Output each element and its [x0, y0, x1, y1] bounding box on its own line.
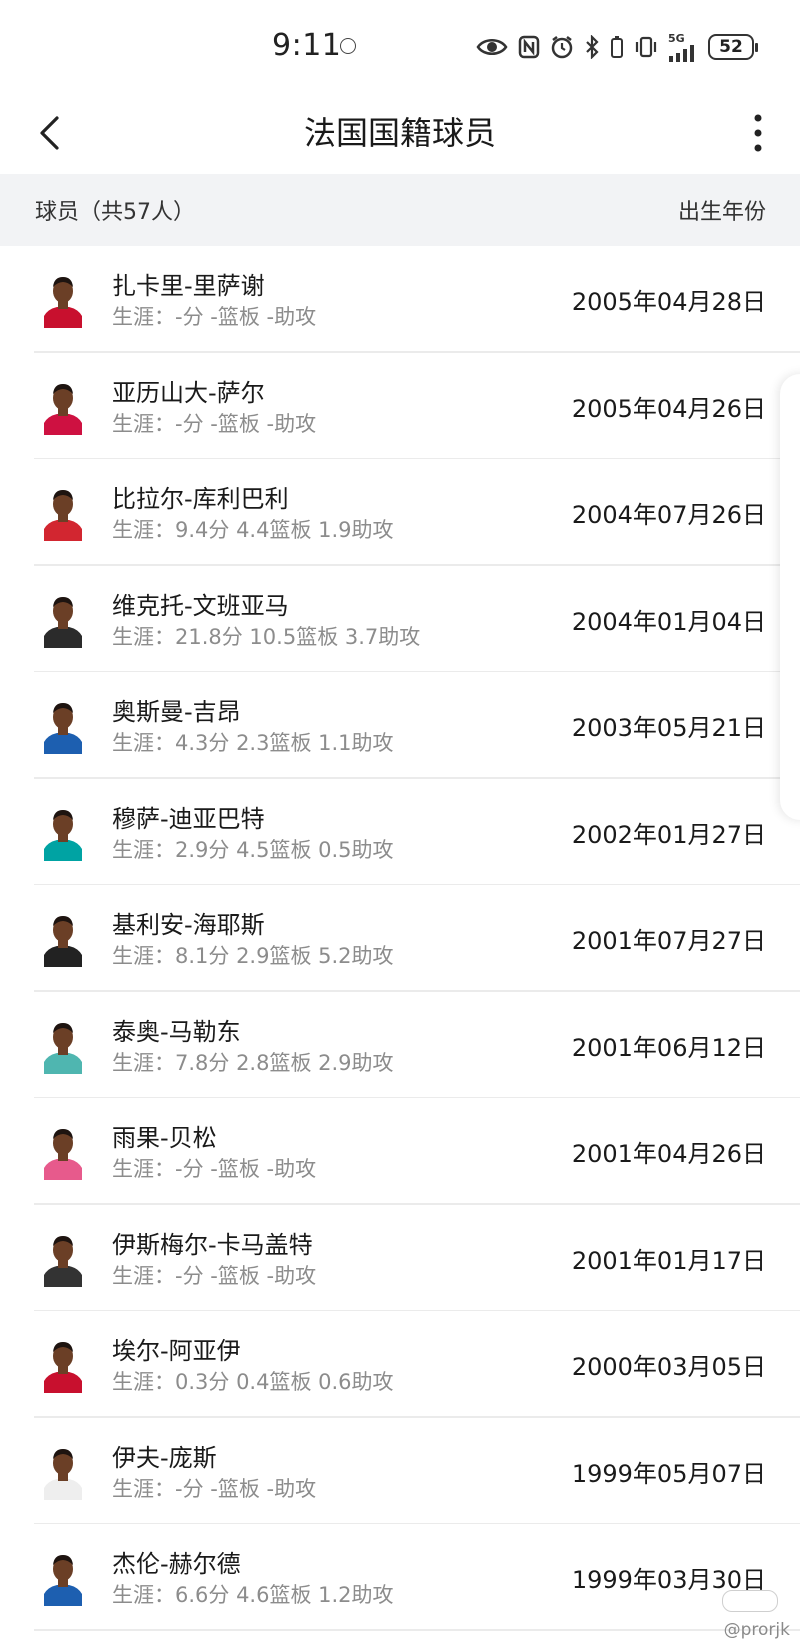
player-row[interactable]: 奥斯曼-吉昂 生涯：4.3分 2.3篮板 1.1助攻 2003年05月21日 [0, 672, 800, 779]
player-career-stats: 生涯：-分 -篮板 -助攻 [112, 1476, 317, 1501]
battery-icon: 52 [708, 34, 758, 60]
player-avatar [40, 911, 86, 967]
more-options-button[interactable] [736, 106, 780, 160]
page-title: 法国国籍球员 [303, 114, 496, 152]
player-avatar [40, 272, 86, 328]
signal-icon: 5G [668, 33, 698, 62]
player-name: 穆萨-迪亚巴特 [112, 804, 265, 833]
player-career-stats: 生涯：-分 -篮板 -助攻 [112, 1263, 317, 1288]
player-avatar [40, 485, 86, 541]
player-birth-date: 2001年01月17日 [571, 1246, 766, 1275]
side-panel-edge[interactable] [780, 374, 800, 820]
player-birth-date: 2004年01月04日 [571, 607, 766, 636]
more-vertical-icon [754, 114, 762, 152]
player-name: 杰伦-赫尔德 [112, 1550, 241, 1578]
player-birth-date: 2000年03月05日 [571, 1353, 766, 1381]
player-career-stats: 生涯：0.3分 0.4篮板 0.6助攻 [112, 1370, 394, 1394]
nfc-icon [518, 35, 540, 59]
player-birth-date: 1999年05月07日 [571, 1459, 766, 1488]
player-name: 雨果-贝松 [112, 1124, 217, 1152]
player-name: 伊夫-庞斯 [112, 1443, 217, 1472]
vibrate-icon [634, 35, 658, 59]
player-birth-date: 2005年04月26日 [571, 394, 766, 423]
player-avatar [40, 698, 86, 754]
bluetooth-icon [584, 35, 600, 59]
player-name: 比拉尔-库利巴利 [112, 485, 289, 513]
player-career-stats: 生涯：9.4分 4.4篮板 1.9助攻 [112, 518, 394, 542]
player-row[interactable]: 扎卡里-里萨谢 生涯：-分 -篮板 -助攻 2005年04月28日 [0, 246, 800, 353]
player-birth-date: 2004年07月26日 [571, 501, 766, 529]
status-time: 9:11 [272, 28, 342, 63]
player-name: 奥斯曼-吉昂 [112, 698, 241, 726]
player-avatar [40, 379, 86, 435]
player-row[interactable]: 杰伦-赫尔德 生涯：6.6分 4.6篮板 1.2助攻 1999年03月30日 [0, 1524, 800, 1631]
player-name: 亚历山大-萨尔 [112, 378, 265, 407]
network-label: 5G [668, 31, 685, 45]
notification-icon [340, 38, 356, 54]
player-avatar [40, 1018, 86, 1074]
navigation-bar: 法国国籍球员 [0, 92, 800, 174]
player-row[interactable]: 埃尔-阿亚伊 生涯：0.3分 0.4篮板 0.6助攻 2000年03月05日 [0, 1311, 800, 1418]
player-row[interactable]: 维克托-文班亚马 生涯：21.8分 10.5篮板 3.7助攻 2004年01月0… [0, 566, 800, 672]
player-row[interactable]: 亚历山大-萨尔 生涯：-分 -篮板 -助攻 2005年04月26日 [0, 353, 800, 459]
player-name: 维克托-文班亚马 [112, 591, 289, 620]
players-count-header: 球员（共57人） [35, 200, 195, 225]
player-career-stats: 生涯：-分 -篮板 -助攻 [112, 1157, 317, 1181]
player-name: 埃尔-阿亚伊 [112, 1337, 241, 1365]
player-career-stats: 生涯：7.8分 2.8篮板 2.9助攻 [112, 1050, 394, 1075]
player-birth-date: 2005年04月28日 [571, 288, 766, 316]
player-avatar [40, 1337, 86, 1393]
player-row[interactable]: 伊斯梅尔-卡马盖特 生涯：-分 -篮板 -助攻 2001年01月17日 [0, 1205, 800, 1311]
status-bar: 9:11 5G 52 [0, 0, 800, 92]
player-avatar [40, 1124, 86, 1180]
player-list: 扎卡里-里萨谢 生涯：-分 -篮板 -助攻 2005年04月28日 亚历山大-萨… [0, 246, 800, 1631]
player-birth-date: 2001年06月12日 [571, 1033, 766, 1062]
player-row[interactable]: 泰奥-马勒东 生涯：7.8分 2.8篮板 2.9助攻 2001年06月12日 [0, 992, 800, 1098]
player-row[interactable]: 伊夫-庞斯 生涯：-分 -篮板 -助攻 1999年05月07日 [0, 1418, 800, 1524]
player-birth-date: 2001年04月26日 [571, 1140, 766, 1168]
player-career-stats: 生涯：-分 -篮板 -助攻 [112, 305, 317, 329]
player-row[interactable]: 比拉尔-库利巴利 生涯：9.4分 4.4篮板 1.9助攻 2004年07月26日 [0, 459, 800, 566]
player-row[interactable]: 基利安-海耶斯 生涯：8.1分 2.9篮板 5.2助攻 2001年07月27日 [0, 885, 800, 992]
watermark-logo [722, 1590, 778, 1612]
player-career-stats: 生涯：8.1分 2.9篮板 5.2助攻 [112, 944, 394, 968]
eye-icon [476, 36, 508, 58]
player-row[interactable]: 穆萨-迪亚巴特 生涯：2.9分 4.5篮板 0.5助攻 2002年01月27日 [0, 779, 800, 885]
birth-year-header[interactable]: 出生年份 [678, 194, 766, 226]
player-birth-date: 2001年07月27日 [571, 927, 766, 955]
player-career-stats: 生涯：2.9分 4.5篮板 0.5助攻 [112, 837, 394, 862]
player-career-stats: 生涯：4.3分 2.3篮板 1.1助攻 [112, 731, 394, 755]
player-name: 基利安-海耶斯 [112, 911, 265, 939]
status-icons: 5G 52 [476, 30, 758, 64]
player-avatar [40, 1550, 86, 1606]
player-avatar [40, 1444, 86, 1500]
player-avatar [40, 805, 86, 861]
list-header: 球员（共57人） 出生年份 [0, 174, 800, 246]
player-career-stats: 生涯：-分 -篮板 -助攻 [112, 411, 317, 436]
alarm-icon [550, 35, 574, 59]
player-name: 伊斯梅尔-卡马盖特 [112, 1230, 313, 1259]
player-avatar [40, 1231, 86, 1287]
watermark: @prorjk [723, 1620, 790, 1640]
player-birth-date: 2003年05月21日 [571, 714, 766, 742]
battery-saver-icon [610, 35, 624, 59]
player-avatar [40, 592, 86, 648]
player-career-stats: 生涯：6.6分 4.6篮板 1.2助攻 [112, 1583, 394, 1607]
row-divider [34, 1629, 800, 1631]
player-birth-date: 2002年01月27日 [571, 820, 766, 849]
player-name: 泰奥-马勒东 [112, 1017, 241, 1046]
player-name: 扎卡里-里萨谢 [112, 272, 265, 300]
player-career-stats: 生涯：21.8分 10.5篮板 3.7助攻 [112, 624, 421, 649]
player-row[interactable]: 雨果-贝松 生涯：-分 -篮板 -助攻 2001年04月26日 [0, 1098, 800, 1205]
